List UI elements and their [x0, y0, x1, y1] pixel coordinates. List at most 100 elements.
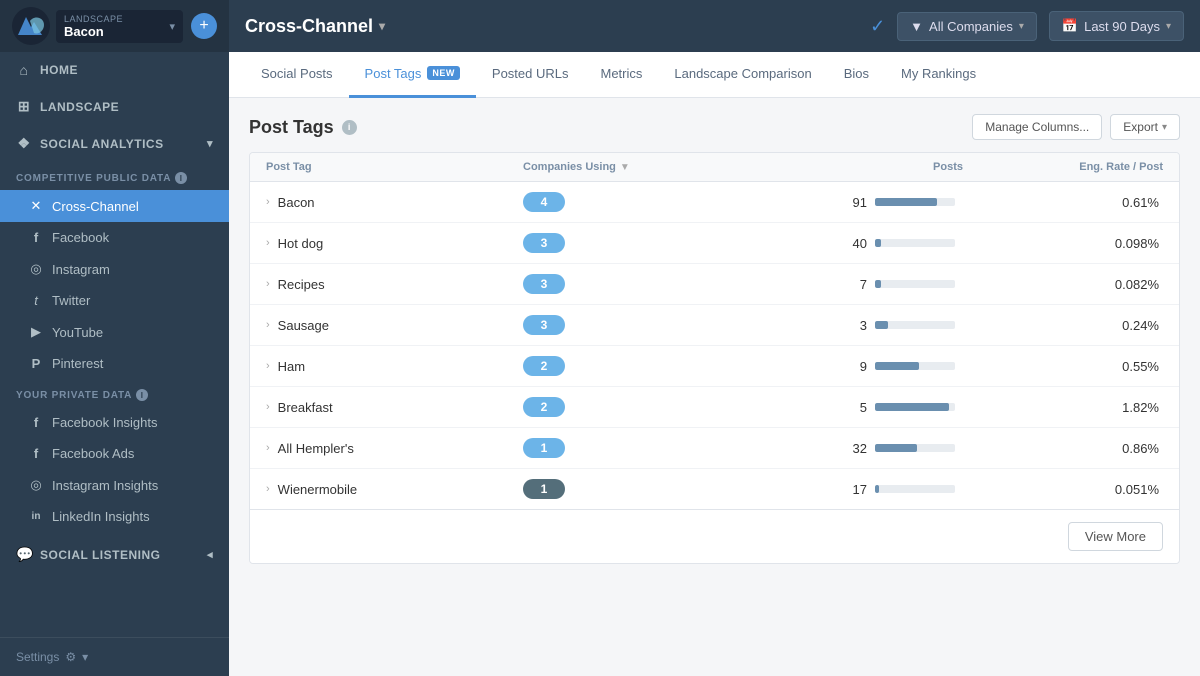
sidebar-item-facebook-insights[interactable]: f Facebook Insights — [0, 407, 229, 438]
posts-cell-4: 9 — [803, 359, 963, 374]
competitive-section-label: COMPETITIVE PUBLIC DATA — [16, 173, 171, 184]
sidebar-item-cross-channel[interactable]: ✕ Cross-Channel — [0, 190, 229, 222]
row-expand-icon-0[interactable]: › — [266, 196, 270, 208]
companies-badge-0: 4 — [523, 192, 565, 212]
sidebar-item-pinterest[interactable]: P Pinterest — [0, 348, 229, 379]
companies-cell-7: 1 — [523, 479, 803, 499]
posts-bar-fill-2 — [875, 280, 881, 288]
social-analytics-chevron-icon: ▾ — [207, 137, 213, 150]
sidebar-item-instagram[interactable]: ◎ Instagram — [0, 253, 229, 285]
landscape-selector[interactable]: LANDSCAPE Bacon ▾ — [56, 10, 183, 43]
eng-cell-4: 0.55% — [963, 359, 1163, 374]
sidebar-item-facebook[interactable]: f Facebook — [0, 222, 229, 253]
companies-badge-2: 3 — [523, 274, 565, 294]
sidebar-item-instagram-insights-label: Instagram Insights — [52, 478, 158, 493]
sidebar-item-linkedin-insights[interactable]: in LinkedIn Insights — [0, 501, 229, 532]
main-content: Cross-Channel ▾ ✓ ▼ All Companies ▾ 📅 La… — [229, 0, 1200, 676]
view-more-row: View More — [250, 509, 1179, 563]
posts-cell-0: 91 — [803, 195, 963, 210]
competitive-section-header: COMPETITIVE PUBLIC DATA i — [0, 162, 229, 190]
tab-social-posts[interactable]: Social Posts — [245, 52, 349, 98]
sidebar-item-pinterest-label: Pinterest — [52, 356, 103, 371]
tab-navigation: Social Posts Post Tags NEW Posted URLs M… — [229, 52, 1200, 98]
row-expand-icon-5[interactable]: › — [266, 401, 270, 413]
tag-name-5: Breakfast — [278, 400, 333, 415]
settings-label: Settings — [16, 650, 59, 664]
col-header-companies[interactable]: Companies Using ▼ — [523, 161, 803, 173]
row-expand-icon-2[interactable]: › — [266, 278, 270, 290]
settings-footer[interactable]: Settings ⚙ ▾ — [0, 637, 229, 676]
sidebar-item-facebook-ads[interactable]: f Facebook Ads — [0, 438, 229, 469]
private-info-icon[interactable]: i — [136, 389, 148, 401]
tag-cell-1: › Hot dog — [266, 236, 523, 251]
companies-cell-5: 2 — [523, 397, 803, 417]
companies-chevron-icon: ▾ — [1019, 21, 1024, 32]
topbar: Cross-Channel ▾ ✓ ▼ All Companies ▾ 📅 La… — [229, 0, 1200, 52]
posts-bar-3 — [875, 321, 955, 329]
eng-cell-1: 0.098% — [963, 236, 1163, 251]
tab-post-tags[interactable]: Post Tags NEW — [349, 52, 476, 98]
competitive-info-icon[interactable]: i — [175, 172, 187, 184]
tag-cell-3: › Sausage — [266, 318, 523, 333]
tab-metrics[interactable]: Metrics — [585, 52, 659, 98]
page-title-chevron-icon: ▾ — [379, 19, 385, 33]
tab-my-rankings[interactable]: My Rankings — [885, 52, 992, 98]
eng-cell-5: 1.82% — [963, 400, 1163, 415]
posts-bar-1 — [875, 239, 955, 247]
sidebar-item-youtube[interactable]: ▶ YouTube — [0, 316, 229, 348]
row-expand-icon-6[interactable]: › — [266, 442, 270, 454]
post-tags-info-icon[interactable]: i — [342, 120, 357, 135]
tab-bios[interactable]: Bios — [828, 52, 885, 98]
date-range-button[interactable]: 📅 Last 90 Days ▾ — [1049, 11, 1184, 41]
sidebar-item-home-label: HOME — [40, 63, 78, 77]
pinterest-icon: P — [28, 356, 44, 371]
col-header-post-tag: Post Tag — [266, 161, 523, 173]
manage-columns-button[interactable]: Manage Columns... — [972, 114, 1102, 140]
row-expand-icon-1[interactable]: › — [266, 237, 270, 249]
sidebar-item-instagram-label: Instagram — [52, 262, 110, 277]
posts-num-1: 40 — [843, 236, 867, 251]
tab-posted-urls[interactable]: Posted URLs — [476, 52, 585, 98]
settings-chevron-icon: ▾ — [82, 650, 88, 664]
tab-landscape-comparison[interactable]: Landscape Comparison — [658, 52, 827, 98]
content-area: Post Tags i Manage Columns... Export ▾ P… — [229, 98, 1200, 676]
posts-num-3: 3 — [843, 318, 867, 333]
table-row: › Recipes 3 7 0.082% — [250, 264, 1179, 305]
companies-badge-1: 3 — [523, 233, 565, 253]
sidebar-item-landscape[interactable]: ⊞ LANDSCAPE — [0, 88, 229, 125]
tag-cell-6: › All Hempler's — [266, 441, 523, 456]
add-landscape-button[interactable]: + — [191, 13, 217, 39]
table-row: › Hot dog 3 40 0.098% — [250, 223, 1179, 264]
table-row: › Wienermobile 1 17 0.051% — [250, 469, 1179, 509]
sidebar-item-instagram-insights[interactable]: ◎ Instagram Insights — [0, 469, 229, 501]
view-more-button[interactable]: View More — [1068, 522, 1163, 551]
companies-cell-6: 1 — [523, 438, 803, 458]
companies-badge-3: 3 — [523, 315, 565, 335]
posts-cell-6: 32 — [803, 441, 963, 456]
posts-bar-2 — [875, 280, 955, 288]
social-listening-header[interactable]: 💬 SOCIAL LISTENING ◂ — [0, 536, 229, 573]
social-analytics-header[interactable]: ❖ SOCIAL ANALYTICS ▾ — [0, 125, 229, 162]
facebook-insights-icon: f — [28, 415, 44, 430]
social-analytics-icon: ❖ — [16, 135, 32, 152]
social-listening-chevron-icon: ◂ — [207, 548, 213, 561]
posts-bar-6 — [875, 444, 955, 452]
export-button[interactable]: Export ▾ — [1110, 114, 1180, 140]
tag-name-6: All Hempler's — [278, 441, 354, 456]
companies-filter-button[interactable]: ▼ All Companies ▾ — [897, 12, 1037, 41]
tag-cell-5: › Breakfast — [266, 400, 523, 415]
col-header-posts: Posts — [803, 161, 963, 173]
companies-badge-6: 1 — [523, 438, 565, 458]
tag-cell-0: › Bacon — [266, 195, 523, 210]
posts-num-0: 91 — [843, 195, 867, 210]
row-expand-icon-3[interactable]: › — [266, 319, 270, 331]
row-expand-icon-7[interactable]: › — [266, 483, 270, 495]
sidebar-item-facebook-ads-label: Facebook Ads — [52, 446, 134, 461]
sidebar-item-twitter[interactable]: t Twitter — [0, 285, 229, 316]
tag-name-3: Sausage — [278, 318, 329, 333]
sidebar-item-home[interactable]: ⌂ HOME — [0, 52, 229, 88]
companies-badge-7: 1 — [523, 479, 565, 499]
eng-cell-3: 0.24% — [963, 318, 1163, 333]
posts-num-7: 17 — [843, 482, 867, 497]
row-expand-icon-4[interactable]: › — [266, 360, 270, 372]
